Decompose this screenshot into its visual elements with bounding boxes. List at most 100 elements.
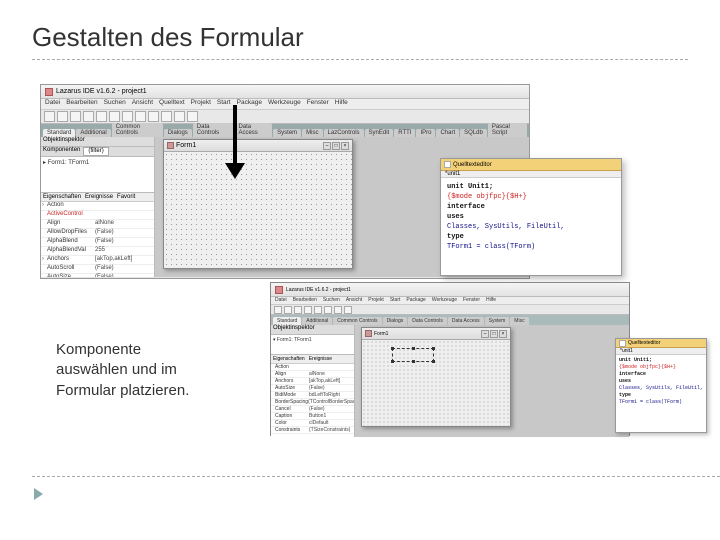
palette-tab[interactable]: SQLdb [460,129,487,137]
menu-item[interactable]: Werkzeuge [432,297,457,304]
prop-value[interactable]: (False) [95,265,154,273]
menu-item[interactable]: Hilfe [486,297,496,304]
properties-table[interactable]: ›Action ActiveControl AlignalNone AllowD… [41,202,154,277]
palette-tab[interactable]: IPro [416,129,435,137]
palette-tab[interactable]: LazControls [324,129,364,137]
menu-item[interactable]: Projekt [191,99,211,109]
filter-input[interactable]: (filter) [83,147,108,156]
menu-item[interactable]: Bearbeiten [293,297,317,304]
toolbar-button[interactable] [148,111,159,122]
prop-value[interactable]: alNone [95,220,154,228]
toolbar-button[interactable] [294,306,302,314]
palette-tab[interactable]: Common Controls [333,317,381,325]
prop-value[interactable]: (False) [309,406,354,412]
menu-item[interactable]: Hilfe [335,99,348,109]
prop-value[interactable]: [akTop,akLeft] [309,378,354,384]
properties-table[interactable]: Action AlignalNone Anchors[akTop,akLeft]… [271,364,354,437]
toolbar-button[interactable] [109,111,120,122]
toolbar-button[interactable] [314,306,322,314]
menu-item[interactable]: Werkzeuge [268,99,301,109]
palette-tab[interactable]: Chart [436,129,459,137]
prop-value[interactable]: clDefault [309,420,354,426]
prop-value[interactable]: (TControlBorderSpacing) [308,399,354,405]
toolbar-button[interactable] [274,306,282,314]
toolbar-button[interactable] [284,306,292,314]
menu-item[interactable]: Ansicht [346,297,362,304]
menu-item[interactable]: Suchen [323,297,340,304]
menu-item[interactable]: Quelltext [159,99,185,109]
palette-tab[interactable]: Dialogs [383,317,408,325]
component-tree[interactable]: ▾ Form1: TForm1 [271,335,354,355]
palette-tab[interactable]: SynEdit [365,129,394,137]
menu-item[interactable]: Suchen [104,99,126,109]
minimize-icon[interactable]: – [481,330,489,338]
editor-tab[interactable]: *unit1 [441,171,621,178]
toolbar-button[interactable] [187,111,198,122]
palette-tab[interactable]: Misc [510,317,528,325]
editor-tab[interactable]: *unit1 [616,348,706,355]
maximize-icon[interactable]: □ [490,330,498,338]
form-designer[interactable]: Form1 – □ × [355,325,629,437]
menu-item[interactable]: Package [406,297,425,304]
palette-tab[interactable]: Standard [273,317,301,325]
palette-tab[interactable]: Common Controls [112,123,163,137]
toolbar-button[interactable] [96,111,107,122]
close-icon[interactable]: × [499,330,507,338]
menu-item[interactable]: Fenster [307,99,329,109]
toolbar-button[interactable] [122,111,133,122]
minimize-icon[interactable]: – [323,142,331,150]
props-tab-favorit[interactable]: Favorit [117,194,135,200]
prop-value[interactable]: (TSizeConstraints) [309,427,354,433]
palette-tab[interactable]: Standard [43,129,75,137]
prop-value[interactable] [309,364,354,370]
component-tree[interactable]: ▸ Form1: TForm1 [41,157,154,193]
toolbar-button[interactable] [334,306,342,314]
design-grid[interactable] [164,152,352,268]
menu-item[interactable]: Bearbeiten [66,99,97,109]
toolbar-button[interactable] [161,111,172,122]
menu-item[interactable]: Datei [275,297,287,304]
toolbar-button[interactable] [70,111,81,122]
menubar[interactable]: Datei Bearbeiten Suchen Ansicht Quelltex… [41,99,529,110]
menu-item[interactable]: Ansicht [132,99,153,109]
menu-item[interactable]: Datei [45,99,60,109]
toolbar-button[interactable] [304,306,312,314]
prop-value[interactable]: bdLeftToRight [309,392,354,398]
design-grid[interactable] [362,340,510,426]
toolbar-button[interactable] [135,111,146,122]
palette-tab[interactable]: Misc [302,129,322,137]
form1-window[interactable]: Form1 – □ × [361,327,511,427]
prop-value[interactable]: (False) [95,238,154,246]
palette-tab[interactable]: Data Controls [193,123,234,137]
palette-tab[interactable]: RTTI [394,129,415,137]
palette-tab[interactable]: System [273,129,301,137]
toolbar-button[interactable] [83,111,94,122]
palette-tab[interactable]: Data Access [448,317,484,325]
palette-tab[interactable]: System [485,317,510,325]
props-tab-ereignisse[interactable]: Ereignisse [309,356,332,362]
menu-item[interactable]: Fenster [463,297,480,304]
code-area[interactable]: unit Unit1; {$mode objfpc}{$H+} interfac… [441,178,621,256]
props-tab-eigenschaften[interactable]: Eigenschaften [273,356,305,362]
tree-item-form1[interactable]: ▾ Form1: TForm1 [273,337,352,343]
toolbar-button[interactable] [324,306,332,314]
prop-value[interactable]: 255 [95,247,154,255]
placed-component[interactable] [392,348,434,362]
toolbar-button[interactable] [344,306,352,314]
toolbar-button[interactable] [44,111,55,122]
menubar[interactable]: Datei Bearbeiten Suchen Ansicht Projekt … [271,297,629,305]
prop-value[interactable]: (False) [95,229,154,237]
prop-value[interactable]: [akTop,akLeft] [95,256,154,264]
form1-window[interactable]: Form1 – □ × [163,139,353,269]
palette-tab[interactable]: Additional [76,129,110,137]
prop-value[interactable]: (False) [95,274,154,277]
prop-value[interactable] [95,211,154,219]
toolbar-button[interactable] [57,111,68,122]
maximize-icon[interactable]: □ [332,142,340,150]
prop-value[interactable]: (False) [309,385,354,391]
prop-value[interactable] [95,202,154,210]
menu-item[interactable]: Start [217,99,231,109]
palette-tab[interactable]: Additional [302,317,332,325]
tree-item-form1[interactable]: ▸ Form1: TForm1 [43,159,152,166]
prop-value[interactable]: alNone [309,371,354,377]
